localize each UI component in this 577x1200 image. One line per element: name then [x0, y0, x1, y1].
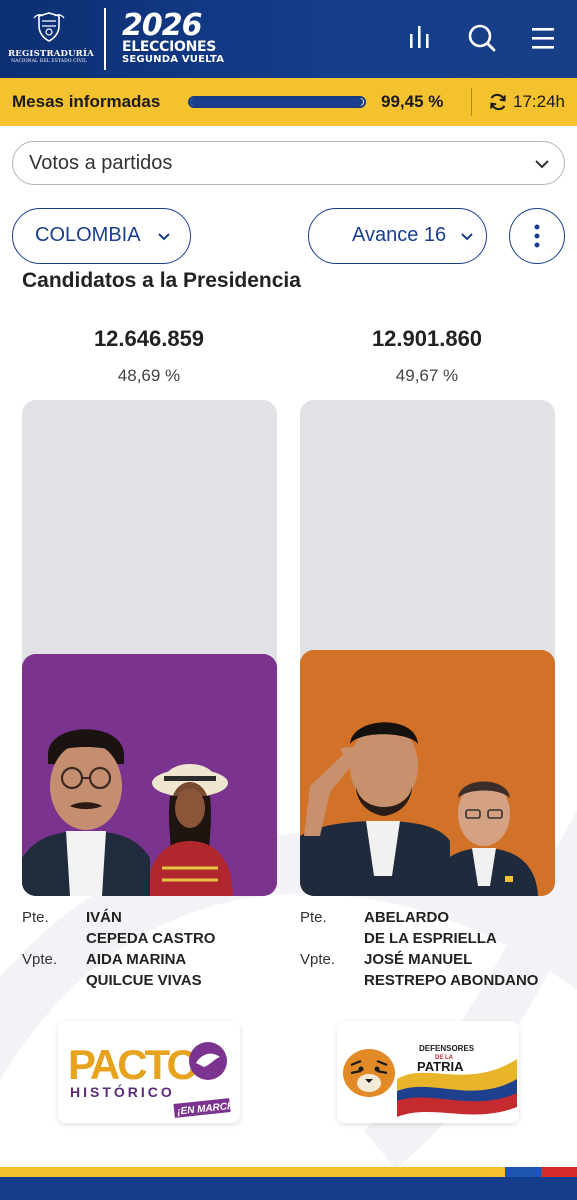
candidate-2-vote-count: 12.901.860 — [371, 326, 483, 351]
chevron-down-icon — [158, 233, 170, 241]
president-role-label: Pte. — [22, 909, 49, 926]
section-title: Candidatos a la Presidencia — [22, 269, 301, 292]
votes-type-value: Votos a partidos — [29, 152, 173, 174]
party-word-1: DEFENSORES — [419, 1044, 475, 1053]
candidate-1-votes: 12.646.859 48,69 % — [22, 326, 276, 386]
president-name-line2: DE LA ESPRIELLA — [364, 930, 497, 947]
president-name-line1: ABELARDO — [364, 909, 449, 926]
candidate-1-percent: 48,69 % — [117, 366, 181, 385]
vice-president-role-label: Vpte. — [22, 951, 58, 968]
registry-subname: NACIONAL DEL ESTADO CIVIL — [11, 59, 87, 64]
candidate-1-photo — [22, 654, 277, 896]
votes-type-select[interactable]: Votos a partidos — [12, 141, 565, 185]
candidate-2-bar[interactable] — [300, 400, 555, 896]
region-value: COLOMBIA — [35, 224, 141, 246]
last-update-time: 17:24h — [513, 92, 565, 111]
president-name-line1: IVÁN — [86, 909, 122, 926]
registraduria-logo[interactable]: REGISTRADURÍA NACIONAL DEL ESTADO CIVIL — [8, 12, 94, 68]
stats-icon[interactable] — [404, 22, 436, 54]
vice-president-role-label: Vpte. — [300, 951, 336, 968]
party-logo-pacto-historico[interactable]: PACTO HISTÓRICO ¡EN MARCHA! — [58, 1021, 240, 1123]
candidate-1-portrait-icon — [22, 654, 277, 896]
candidate-2-photo — [300, 650, 555, 896]
party-word-2: HISTÓRICO — [70, 1083, 175, 1100]
vice-president-name-line2: RESTREPO ABONDANO — [364, 972, 539, 989]
chevron-down-icon — [461, 233, 473, 241]
registry-name: REGISTRADURÍA — [8, 49, 94, 59]
logo-divider — [104, 8, 106, 70]
chevron-down-icon — [535, 160, 549, 169]
footer-color-bar — [0, 1167, 577, 1200]
mesas-progress-bar — [188, 96, 366, 108]
election-title: ELECCIONES — [122, 39, 217, 55]
vice-president-name-line2: QUILCUE VIVAS — [86, 972, 202, 989]
candidate-1-bar[interactable] — [22, 400, 277, 896]
party-logo-defensores-de-la-patria[interactable]: DEFENSORES DE LA PATRIA — [337, 1021, 519, 1123]
candidate-2-portrait-icon — [300, 650, 555, 896]
mesas-percent: 99,45 % — [381, 92, 444, 111]
candidate-1-names: Pte. IVÁN CEPEDA CASTRO Vpte. AIDA MARIN… — [22, 907, 276, 991]
candidate-2-names: Pte. ABELARDO DE LA ESPRIELLA Vpte. JOSÉ… — [300, 907, 554, 991]
more-options-button[interactable] — [509, 208, 565, 264]
bulletin-select[interactable]: Avance 16 — [308, 208, 487, 264]
mesas-progress-fill — [190, 98, 364, 106]
president-role-label: Pte. — [300, 909, 327, 926]
candidate-2-votes: 12.901.860 49,67 % — [300, 326, 554, 386]
coat-of-arms-icon — [33, 12, 65, 42]
party-word-1: PACTO — [68, 1041, 197, 1088]
vice-president-name-line1: JOSÉ MANUEL — [364, 951, 473, 968]
candidate-2-percent: 49,67 % — [395, 366, 459, 385]
election-year: 2026 — [122, 8, 203, 43]
region-select[interactable]: COLOMBIA — [12, 208, 191, 264]
elections-logo: 2026 ELECCIONES SEGUNDA VUELTA — [122, 8, 232, 68]
defensores-patria-logo-icon: DEFENSORES DE LA PATRIA — [343, 1044, 517, 1117]
president-name-line2: CEPEDA CASTRO — [86, 930, 216, 947]
search-icon[interactable] — [466, 22, 498, 54]
more-vertical-icon — [534, 224, 540, 248]
pacto-historico-logo-icon: PACTO HISTÓRICO ¡EN MARCHA! — [68, 1041, 240, 1118]
mesas-label: Mesas informadas — [12, 92, 161, 111]
party-word-3: PATRIA — [417, 1059, 464, 1074]
bulletin-value: Avance 16 — [352, 224, 447, 246]
status-divider — [471, 88, 472, 116]
refresh-icon[interactable] — [488, 92, 508, 112]
top-navigation-bar: REGISTRADURÍA NACIONAL DEL ESTADO CIVIL … — [0, 0, 577, 78]
candidate-1-vote-count: 12.646.859 — [93, 326, 205, 351]
election-subtitle: SEGUNDA VUELTA — [122, 54, 225, 65]
vice-president-name-line1: AIDA MARINA — [86, 951, 187, 968]
menu-icon[interactable] — [528, 22, 560, 54]
